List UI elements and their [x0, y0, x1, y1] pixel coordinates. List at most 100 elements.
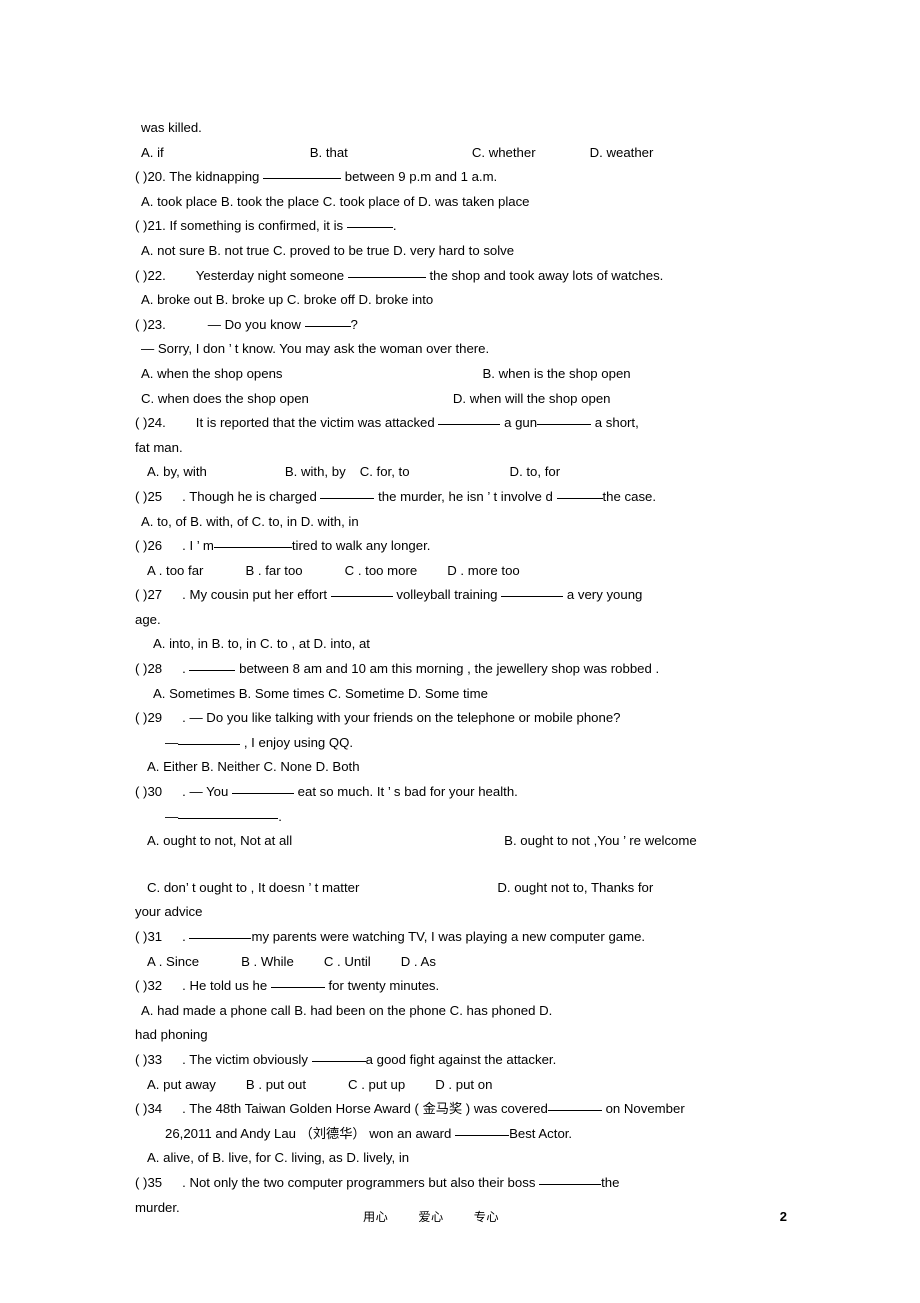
q26-marker: ( )26 — [135, 538, 163, 554]
q30-option-a: A. ought to not, Not at all — [147, 833, 293, 849]
q30-option-d: D. ought not to, Thanks for — [497, 879, 654, 895]
q26-option-c: C . too more — [344, 562, 418, 578]
line-q34-options: A. alive, of B. live, for C. living, as … — [135, 1146, 787, 1171]
q31-option-c: C . Until — [323, 953, 371, 969]
q25-stem-pre: . Though he is charged — [182, 488, 317, 504]
q31-marker: ( )31 — [135, 929, 163, 944]
q33-stem-pre: . The victim obviously — [182, 1051, 308, 1067]
document-body: was killed. A. if B. that C. whether D. wea… — [135, 116, 787, 1220]
q31-option-a: A . Since — [147, 953, 200, 969]
q26-option-a: A . too far — [147, 562, 204, 578]
q27-stem-pre: . My cousin put her effort — [182, 587, 328, 603]
q32-options-wrap-text: had phoning — [135, 1027, 208, 1043]
q30-option-b: B. ought to not ,You ’ re welcome — [504, 833, 697, 849]
q33-option-d: D . put on — [435, 1076, 493, 1092]
q32-stem-pre: . He told us he — [182, 978, 268, 994]
q34-stem-post: on November — [605, 1101, 685, 1117]
line-q19-options: A. if B. that C. whether D. weather — [135, 141, 787, 166]
q29-reply-post: , I enjoy using QQ. — [243, 734, 354, 750]
q33-answer-blank — [311, 1060, 366, 1062]
q19-option-c: C. whether — [471, 144, 536, 160]
q32-stem-post: for twenty minutes. — [328, 978, 440, 994]
q28-stem-post: between 8 am and 10 am this morning , th… — [239, 661, 660, 677]
q27-answer-blank-2 — [501, 596, 564, 598]
q35-marker: ( )35 — [135, 1174, 163, 1190]
q30-stem-pre: . — You — [182, 784, 229, 800]
q31-answer-blank — [189, 938, 252, 939]
line-q24-options: A. by, with B. with, by C. for, to D. to, f… — [135, 460, 787, 485]
q28-marker: ( )28 — [135, 661, 163, 677]
q23-stem: — Do you know — [207, 316, 301, 332]
line-q23-reply: — Sorry, I don ’ t know. You may ask the… — [135, 337, 787, 362]
q22-stem-post: the shop and took away lots of watches. — [429, 267, 664, 283]
line-q30-options-cd: C. don’ t ought to , It doesn ’ t matter… — [135, 876, 787, 901]
line-q20-stem: ( )20. The kidnapping between 9 p.m and … — [135, 165, 787, 190]
line-q21-stem: ( )21. If something is confirmed, it is … — [135, 214, 787, 239]
q27-stem-mid: volleyball training — [396, 587, 498, 603]
q23-stem-tail: ? — [350, 316, 358, 332]
q27-stem-wrap-text: age. — [135, 611, 161, 627]
q26-option-d: D . more too — [447, 562, 520, 578]
line-q27-stem-wrap: age. — [135, 608, 787, 633]
q19-option-d: D. weather — [589, 144, 654, 160]
q19-option-b: B. that — [309, 144, 348, 160]
q24-option-c: C. for, to — [359, 464, 410, 480]
q33-option-a: A. put away — [147, 1076, 216, 1092]
q30-stem-post: eat so much. It ’ s bad for your health. — [297, 784, 518, 800]
q30-marker: ( )30 — [135, 784, 163, 800]
line-q28-options: A. Sometimes B. Some times C. Sometime D… — [135, 682, 787, 707]
q35-answer-blank — [539, 1183, 602, 1185]
q23-answer-blank — [304, 325, 351, 327]
q28-answer-blank — [189, 670, 236, 672]
line-q33-options: A. put away B . put out C . put up D . put … — [135, 1073, 787, 1098]
q25-answer-blank-1 — [320, 497, 375, 499]
footer-slogan: 用心 爱心 专心 — [363, 1208, 499, 1226]
line-q31-stem: ( )31. my parents were watching TV, I wa… — [135, 925, 787, 950]
q29-stem-text: . — Do you like talking with your friend… — [182, 710, 621, 726]
q29-options: A. Either B. Neither C. None D. Both — [147, 759, 360, 775]
line-q24-stem: ( )24. It is reported that the victim was… — [135, 411, 787, 436]
q32-answer-blank — [270, 987, 325, 989]
q34-stem-wrap-post: Best Actor. — [509, 1125, 573, 1141]
page-number: 2 — [779, 1209, 787, 1224]
q26-option-b: B . far too — [245, 562, 303, 578]
q25-stem-post: the case. — [602, 488, 657, 504]
q30-reply-blank — [178, 817, 279, 819]
document-page: was killed. A. if B. that C. whether D. wea… — [0, 0, 920, 1303]
q25-stem-mid: the murder, he isn ’ t involve d — [378, 488, 553, 504]
q33-option-b: B . put out — [245, 1076, 307, 1092]
q30-option-c: C. don’ t ought to , It doesn ’ t matter — [147, 879, 360, 895]
q27-stem-post: a very young — [566, 587, 643, 603]
line-q32-options: A. had made a phone call B. had been on … — [135, 999, 787, 1024]
q34-options: A. alive, of B. live, for C. living, as … — [147, 1150, 410, 1166]
line-q35-stem: ( )35 . Not only the two computer program… — [135, 1171, 787, 1196]
q24-option-d: D. to, for — [509, 464, 561, 480]
q26-stem-pre: . I ’ m — [182, 538, 214, 554]
q20-answer-blank — [263, 178, 342, 180]
q22-marker: ( )22. — [135, 267, 166, 283]
q26-stem-post: tired to walk any longer. — [291, 538, 431, 554]
q27-options: A. into, in B. to, in C. to , at D. into… — [153, 636, 370, 652]
line-q26-options: A . too far B . far too C . too more D . mo… — [135, 559, 787, 584]
q34-answer-blank-1 — [547, 1110, 602, 1112]
q30-reply-post: . — [278, 808, 282, 824]
q31-stem-post: my parents were watching TV, I was playi… — [251, 929, 646, 944]
q24-stem-post: a short, — [594, 415, 639, 431]
line-q34-stem: ( )34 . The 48th Taiwan Golden Horse Awar… — [135, 1097, 787, 1122]
q34-answer-blank-2 — [455, 1134, 510, 1136]
line-q29-reply: — , I enjoy using QQ. — [135, 731, 787, 756]
line-q34-stem-wrap: 26,2011 and Andy Lau （刘德华） won an award … — [135, 1122, 787, 1147]
line-q28-stem: ( )28. between 8 am and 10 am this morni… — [135, 657, 787, 682]
q33-marker: ( )33 — [135, 1051, 163, 1067]
q23-marker: ( )23. — [135, 316, 166, 332]
line-q23-options-ab: A. when the shop opens B. when is the sho… — [135, 362, 787, 387]
q31-option-b: B . While — [241, 953, 294, 969]
q27-marker: ( )27 — [135, 587, 163, 603]
q33-option-c: C . put up — [348, 1076, 406, 1092]
q32-options: A. had made a phone call B. had been on … — [141, 1002, 553, 1018]
q25-options: A. to, of B. with, of C. to, in D. with,… — [141, 513, 359, 529]
line-q30-option-d-wrap: your advice — [135, 900, 787, 925]
q21-stem-tail: . — [392, 218, 397, 234]
q24-stem-pre: It is reported that the victim was attac… — [195, 415, 435, 431]
q25-marker: ( )25 — [135, 488, 163, 504]
